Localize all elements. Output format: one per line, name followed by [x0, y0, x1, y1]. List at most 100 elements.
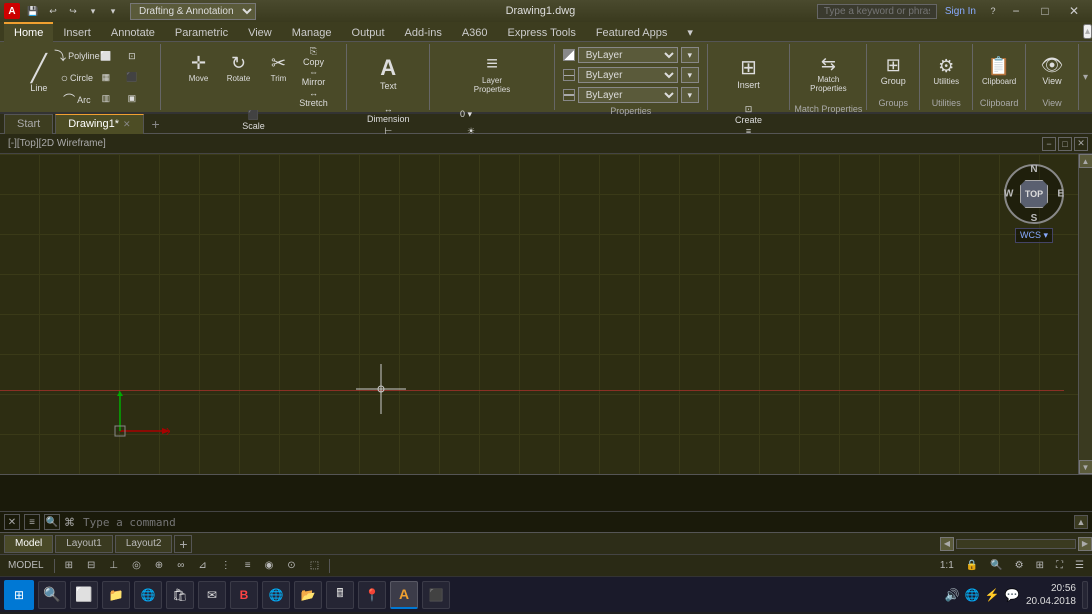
calculator-btn[interactable]: 🖩 — [326, 581, 354, 609]
zoom-btn[interactable]: 🔍 — [986, 560, 1006, 571]
viewport-maximize-btn[interactable]: □ — [1058, 137, 1072, 151]
explorer-btn[interactable]: 📁 — [102, 581, 130, 609]
tab-output[interactable]: Output — [342, 22, 395, 42]
utilities-button[interactable]: ⚙ Utilities — [924, 46, 968, 96]
network-icon[interactable]: 🌐 — [964, 587, 980, 603]
move-button[interactable]: ✛ Move — [180, 46, 218, 90]
wcs-label[interactable]: WCS ▾ — [1015, 228, 1053, 243]
scale-label[interactable]: 1:1 — [936, 560, 958, 571]
layout-settings-btn[interactable]: ⊞ — [1032, 560, 1048, 571]
fullscreen-btn[interactable]: ⛶ — [1052, 560, 1067, 571]
layout-tab-layout2[interactable]: Layout2 — [115, 535, 173, 553]
arc-button[interactable]: ⌒ Arc — [63, 90, 91, 110]
annotate-btn[interactable]: ⬚ — [306, 560, 323, 571]
qa-new[interactable]: 💾 — [24, 3, 42, 19]
dyn-btn[interactable]: ⋮ — [217, 560, 235, 571]
scroll-up-btn[interactable]: ▲ — [1079, 154, 1092, 168]
dynucs-btn[interactable]: ⊿ — [194, 560, 210, 571]
sign-in-button[interactable]: Sign In — [945, 6, 976, 17]
transparency-btn[interactable]: ◉ — [261, 560, 278, 571]
model-label[interactable]: MODEL — [4, 560, 48, 571]
maps-btn[interactable]: 📍 — [358, 581, 386, 609]
layer-properties-button[interactable]: ≡ Layer Properties — [470, 46, 514, 102]
cmd-scroll-up-btn[interactable]: ▲ — [1074, 515, 1088, 529]
qa-more[interactable]: ▾ — [104, 3, 122, 19]
battery-icon[interactable]: ⚡ — [984, 587, 1000, 603]
mail-btn[interactable]: ✉ — [198, 581, 226, 609]
tab-featured-apps[interactable]: Featured Apps — [586, 22, 678, 42]
view-cube-top-btn[interactable]: TOP — [1020, 180, 1048, 208]
scale-button[interactable]: ⬛ Scale — [240, 110, 268, 130]
ribbon-minimize-btn[interactable]: ▴ — [1083, 24, 1092, 39]
tab-addins[interactable]: Add-ins — [395, 22, 452, 42]
new-file-tab-button[interactable]: + — [146, 114, 166, 134]
layer-dropdown[interactable]: 0 ▾ — [457, 104, 527, 124]
clock[interactable]: 20:56 20.04.2018 — [1026, 582, 1076, 608]
view-button[interactable]: 👁 View — [1030, 46, 1074, 96]
viewport-minimize-btn[interactable]: − — [1042, 137, 1056, 151]
grid-btn[interactable]: ⊞ — [61, 560, 77, 571]
drawing1-close-icon[interactable]: ✕ — [123, 119, 131, 130]
paint-btn[interactable]: B — [230, 581, 258, 609]
lineweight-dropdown[interactable]: ByLayer — [578, 87, 678, 103]
close-button[interactable]: ✕ — [1060, 1, 1088, 21]
action-center-icon[interactable]: 💬 — [1004, 587, 1020, 603]
start-button[interactable]: ⊞ — [4, 580, 34, 610]
qa-redo[interactable]: ▾ — [84, 3, 102, 19]
copy-button[interactable]: ⎘ Copy — [300, 46, 328, 66]
cmd-settings-btn[interactable]: ≡ — [24, 514, 40, 530]
hatch-button[interactable]: ▦ — [95, 67, 117, 87]
rect-button[interactable]: ⬜ — [95, 46, 117, 66]
trim-button[interactable]: ✂ Trim — [260, 46, 298, 90]
layout-tab-layout1[interactable]: Layout1 — [55, 535, 113, 553]
group-button[interactable]: ⊞ Group — [871, 46, 915, 96]
wipeout-button[interactable]: ▣ — [121, 88, 143, 108]
scrollbar-right[interactable]: ▲ ▼ — [1078, 154, 1092, 474]
acad-icon-btn[interactable]: ⬛ — [422, 581, 450, 609]
circle-button[interactable]: ○ Circle — [63, 68, 91, 88]
color-more-btn[interactable]: ▾ — [681, 47, 699, 63]
region-button[interactable]: ⬛ — [121, 67, 143, 87]
help-button[interactable]: ? — [984, 3, 1002, 19]
snap-btn[interactable]: ⊟ — [83, 560, 99, 571]
lock-btn[interactable]: 🔒 — [962, 560, 982, 571]
settings-btn[interactable]: ⚙ — [1011, 560, 1028, 571]
taskbar-autocad-app[interactable]: A — [390, 581, 418, 609]
scroll-left-btn[interactable]: ◀ — [940, 537, 954, 551]
tab-parametric[interactable]: Parametric — [165, 22, 238, 42]
linetype-more-btn[interactable]: ▾ — [681, 67, 699, 83]
tab-annotate[interactable]: Annotate — [101, 22, 165, 42]
tab-insert[interactable]: Insert — [53, 22, 101, 42]
search-input[interactable] — [817, 4, 937, 19]
stretch-button[interactable]: ↔ Stretch — [300, 88, 328, 108]
add-layout-button[interactable]: + — [174, 535, 192, 553]
gradient-button[interactable]: ▥ — [95, 88, 117, 108]
store-btn[interactable]: 🛍 — [166, 581, 194, 609]
file-tab-start[interactable]: Start — [4, 114, 53, 134]
mirror-button[interactable]: ⇔ Mirror — [300, 67, 328, 87]
compass-ring[interactable]: N S W E TOP — [1004, 164, 1064, 224]
tab-express-tools[interactable]: Express Tools — [498, 22, 586, 42]
tab-more[interactable]: ▾ — [677, 22, 703, 42]
selection-btn[interactable]: ⊙ — [283, 560, 299, 571]
workspace-selector[interactable]: Drafting & Annotation — [130, 3, 256, 20]
qa-undo[interactable]: ↪ — [64, 3, 82, 19]
maximize-button[interactable]: □ — [1031, 1, 1059, 21]
otrack-btn[interactable]: ∞ — [173, 560, 188, 571]
ortho-btn[interactable]: ⊥ — [105, 560, 122, 571]
osnap-btn[interactable]: ⊕ — [151, 560, 167, 571]
scroll-track-x[interactable] — [956, 539, 1076, 549]
viewport-canvas[interactable]: X Y — [0, 154, 1078, 474]
polar-btn[interactable]: ◎ — [128, 560, 145, 571]
customize-btn[interactable]: ☰ — [1071, 560, 1088, 571]
tab-home[interactable]: Home — [4, 22, 53, 42]
command-input[interactable] — [83, 516, 1070, 529]
minimize-button[interactable]: − — [1002, 1, 1030, 21]
polyline-button[interactable]: ⤵ Polyline — [63, 46, 91, 66]
cmd-search-btn[interactable]: 🔍 — [44, 514, 60, 530]
view-cube[interactable]: N S W E TOP WCS ▾ — [1000, 164, 1068, 254]
match-props-button[interactable]: ⇆ Match Properties — [806, 46, 850, 102]
show-desktop-btn[interactable] — [1082, 581, 1088, 609]
taskview-btn[interactable]: ⬜ — [70, 581, 98, 609]
ribbon-expand[interactable]: ▾ — [1079, 44, 1092, 110]
